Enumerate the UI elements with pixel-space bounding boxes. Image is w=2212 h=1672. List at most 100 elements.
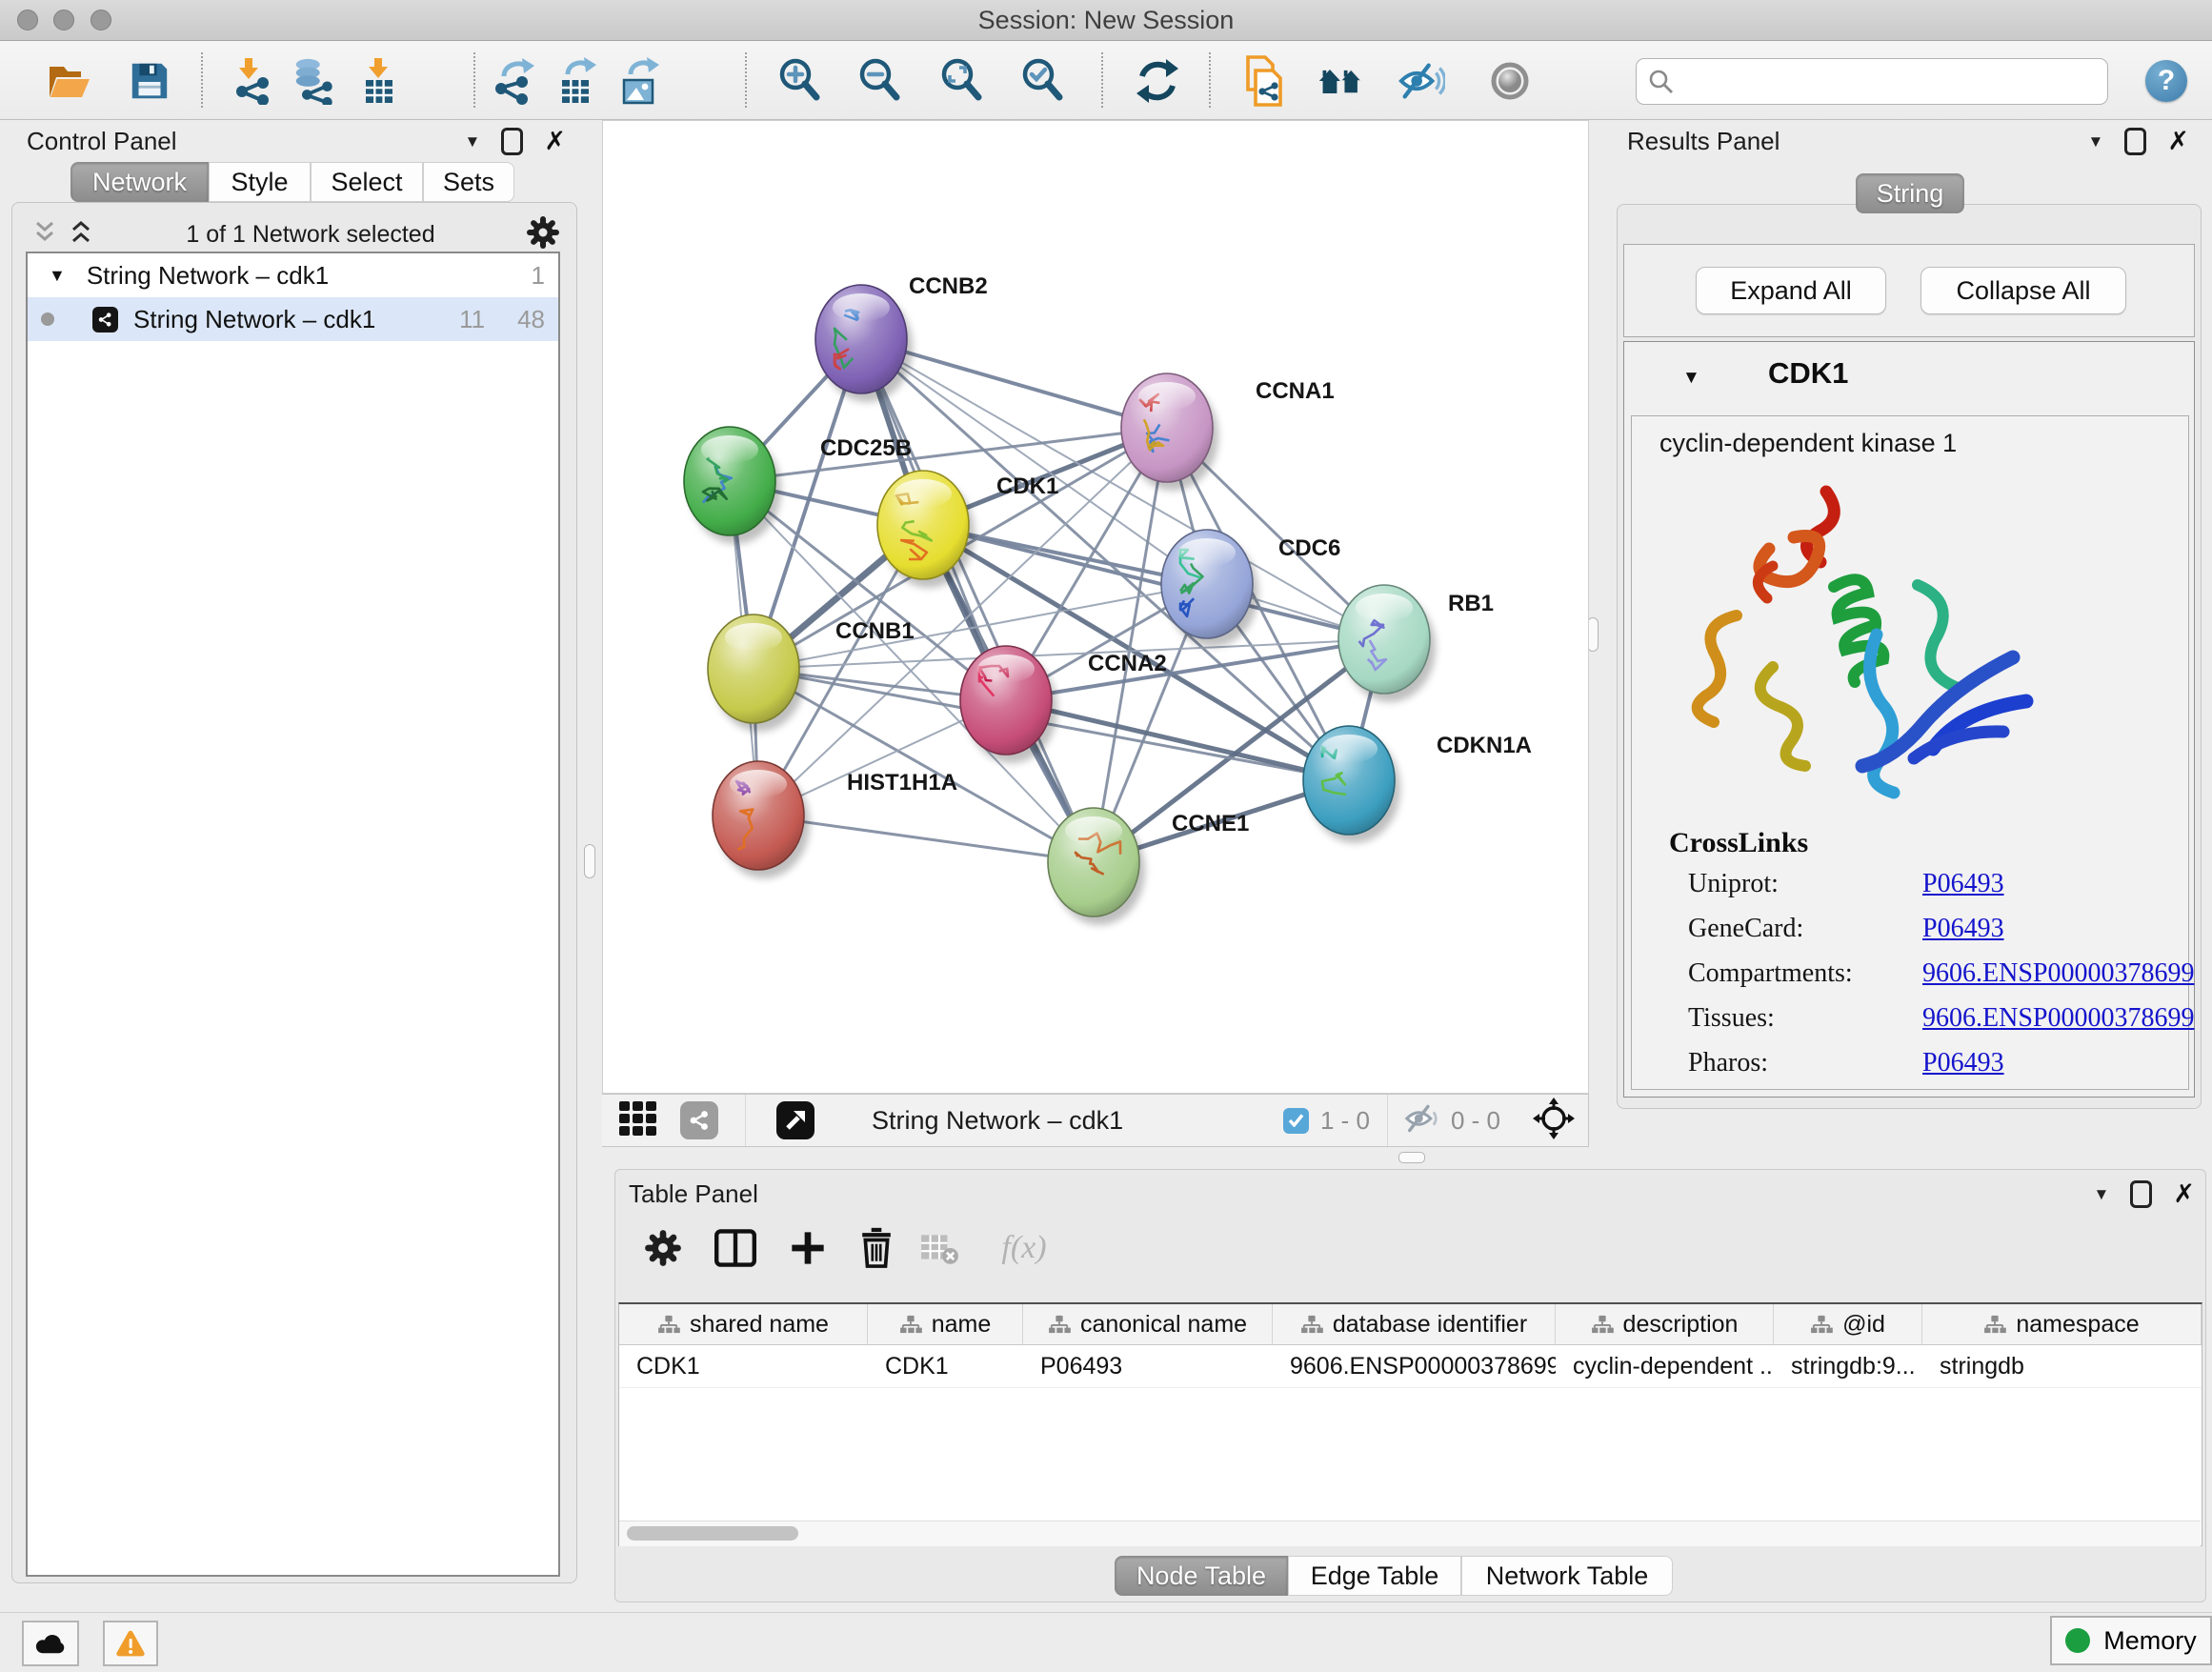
tab-node-table[interactable]: Node Table [1115,1556,1288,1596]
search-icon [1648,69,1675,95]
crosslink-link[interactable]: P06493 [1922,869,2004,899]
table-cell[interactable]: stringdb [1922,1345,2202,1387]
collapse-all-button[interactable]: Collapse All [1920,267,2126,314]
minimize-panel-icon[interactable]: ▼ [2094,1186,2110,1202]
grid-view-icon[interactable] [617,1099,659,1142]
close-panel-icon[interactable]: ✗ [544,129,566,154]
preview-disabled-icon[interactable] [1486,57,1534,105]
close-panel-icon[interactable]: ✗ [2167,129,2189,154]
table-cell[interactable]: cyclin-dependent ... [1556,1345,1774,1387]
cytoscape-window: Session: New Session [0,0,2212,1671]
zoom-out-icon[interactable] [856,57,904,105]
column-header-description[interactable]: description [1556,1304,1774,1344]
crosslinks-title: CrossLinks [1669,827,1808,859]
table-row[interactable]: CDK1CDK1P064939606.ENSP00000378699cyclin… [619,1345,2202,1388]
export-network-icon[interactable] [491,57,538,105]
tab-style[interactable]: Style [209,162,311,202]
horizontal-scrollbar[interactable] [619,1521,2201,1546]
column-header-@id[interactable]: @id [1774,1304,1922,1344]
left-splitter-handle[interactable] [584,844,595,878]
warning-icon[interactable] [103,1621,158,1666]
column-header-canonical-name[interactable]: canonical name [1023,1304,1273,1344]
open-session-icon[interactable] [45,57,92,105]
table-cell[interactable]: P06493 [1023,1345,1273,1387]
float-panel-icon[interactable] [2124,128,2146,155]
tab-network[interactable]: Network [70,162,209,202]
node-label-CCNB2: CCNB2 [909,273,988,299]
tab-string[interactable]: String [1856,173,1964,213]
table-cell[interactable]: CDK1 [868,1345,1023,1387]
memory-button[interactable]: Memory [2050,1616,2212,1665]
table-options-gear-icon[interactable] [640,1225,686,1271]
float-panel-icon[interactable] [501,128,523,155]
node-label-CDC25B: CDC25B [820,435,912,461]
tab-network-table[interactable]: Network Table [1461,1556,1673,1596]
crosslink-label: Uniprot: [1688,869,1779,899]
tab-select[interactable]: Select [311,162,423,202]
scrollbar-thumb[interactable] [627,1526,798,1541]
show-columns-icon[interactable] [713,1225,758,1271]
crosslink-link[interactable]: 9606.ENSP00000378699 [1922,958,2194,989]
delete-column-icon[interactable] [854,1225,899,1271]
tab-edge-table[interactable]: Edge Table [1288,1556,1461,1596]
cloud-icon[interactable] [22,1621,79,1666]
memory-status-icon [2065,1628,2090,1653]
export-image-icon[interactable] [617,57,665,105]
column-header-shared-name[interactable]: shared name [619,1304,868,1344]
save-session-icon[interactable] [126,57,173,105]
collapse-section-icon[interactable]: ▼ [1682,368,1700,389]
fit-content-icon[interactable] [938,57,986,105]
network-selection-status: 1 of 1 Network selected [95,221,526,249]
collapse-arrow-icon[interactable]: ▼ [49,266,66,286]
import-network-file-icon[interactable] [229,57,276,105]
expand-all-icon[interactable] [67,218,95,252]
open-in-window-icon[interactable] [776,1101,814,1139]
search-box[interactable] [1636,58,2108,105]
table-cell[interactable]: 9606.ENSP00000378699 [1273,1345,1556,1387]
crosslink-link[interactable]: P06493 [1922,914,2004,944]
crosslink-label: Pharos: [1688,1048,1768,1078]
export-table-icon[interactable] [554,57,602,105]
results-panel-title: Results Panel [1627,127,1780,156]
import-table-file-icon[interactable] [355,57,403,105]
bottom-splitter-handle[interactable] [1398,1152,1425,1163]
hidden-eye-icon[interactable] [1403,1102,1441,1139]
network-collection-row[interactable]: ▼ String Network – cdk1 1 [28,253,558,297]
column-header-name[interactable]: name [868,1304,1023,1344]
apply-layout-icon[interactable] [1134,57,1181,105]
network-edge-CCNA1-HIST1H1A[interactable] [758,428,1167,816]
function-builder-icon[interactable]: f(x) [981,1225,1067,1271]
minimize-panel-icon[interactable]: ▼ [465,133,481,150]
network-graph: CCNB2CCNA1CDC25BCDK1CDC6RB1CCNB1CCNA2CDK… [602,120,1589,1094]
column-header-database-identifier[interactable]: database identifier [1273,1304,1556,1344]
tab-sets[interactable]: Sets [423,162,514,202]
network-row[interactable]: String Network – cdk1 11 48 [28,297,558,341]
protein-structure-image [1681,474,2043,825]
delete-table-icon[interactable] [916,1225,962,1271]
expand-all-button[interactable]: Expand All [1696,267,1886,314]
network-share-icon[interactable] [680,1101,718,1139]
crosslink-link[interactable]: P06493 [1922,1048,2004,1078]
network-options-gear-icon[interactable] [526,215,560,254]
show-all-networks-icon[interactable] [1317,57,1365,105]
column-header-namespace[interactable]: namespace [1922,1304,2202,1344]
network-edge-CCNA2-CDKN1A[interactable] [1006,700,1349,780]
add-column-icon[interactable] [785,1225,831,1271]
selected-checkbox-icon[interactable] [1283,1108,1309,1134]
birds-eye-crosshair-icon[interactable] [1533,1098,1575,1144]
help-icon[interactable]: ? [2145,60,2187,102]
close-panel-icon[interactable]: ✗ [2173,1181,2195,1207]
hide-selected-icon[interactable] [1398,57,1445,105]
float-panel-icon[interactable] [2130,1180,2152,1208]
zoom-in-icon[interactable] [776,57,824,105]
crosslink-link[interactable]: 9606.ENSP00000378699 [1922,1003,2194,1034]
table-cell[interactable]: stringdb:9... [1774,1345,1922,1387]
table-cell[interactable]: CDK1 [619,1345,868,1387]
search-input[interactable] [1682,68,2107,96]
zoom-selected-icon[interactable] [1019,57,1067,105]
collapse-all-icon[interactable] [30,218,59,252]
minimize-panel-icon[interactable]: ▼ [2088,133,2104,150]
crosslink-label: Tissues: [1688,1003,1775,1034]
import-network-database-icon[interactable] [291,57,338,105]
duplicate-network-icon[interactable] [1238,57,1286,105]
